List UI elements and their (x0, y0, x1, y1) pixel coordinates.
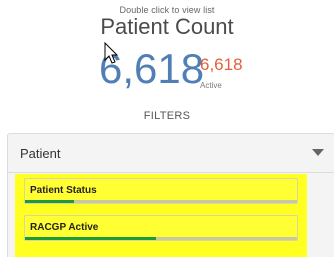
filters-heading: FILTERS (143, 110, 191, 122)
highlight-overlay: Patient Status RACGP Active (15, 174, 307, 257)
racgp-active-filter[interactable]: RACGP Active (24, 215, 298, 241)
progress-fill (25, 200, 74, 203)
progress-fill (25, 237, 156, 240)
filter-label: RACGP Active (30, 222, 99, 233)
progress-track (25, 237, 297, 240)
active-patient-count[interactable]: 6,618 (200, 56, 243, 73)
patient-count-widget: Double click to view list Patient Count … (0, 0, 334, 257)
patient-filter-header[interactable]: Patient (8, 134, 334, 173)
filter-label: Patient Status (30, 185, 97, 196)
panel-title: Patient (20, 146, 61, 161)
patient-status-filter[interactable]: Patient Status (24, 178, 298, 204)
widget-title[interactable]: Patient Count (0, 14, 334, 40)
progress-track (25, 200, 297, 203)
mouse-pointer-icon (104, 42, 119, 64)
chevron-down-icon[interactable] (312, 149, 324, 156)
patient-filter-panel: Patient Patient Status RACGP Active (7, 133, 334, 257)
active-label: Active (200, 81, 222, 90)
